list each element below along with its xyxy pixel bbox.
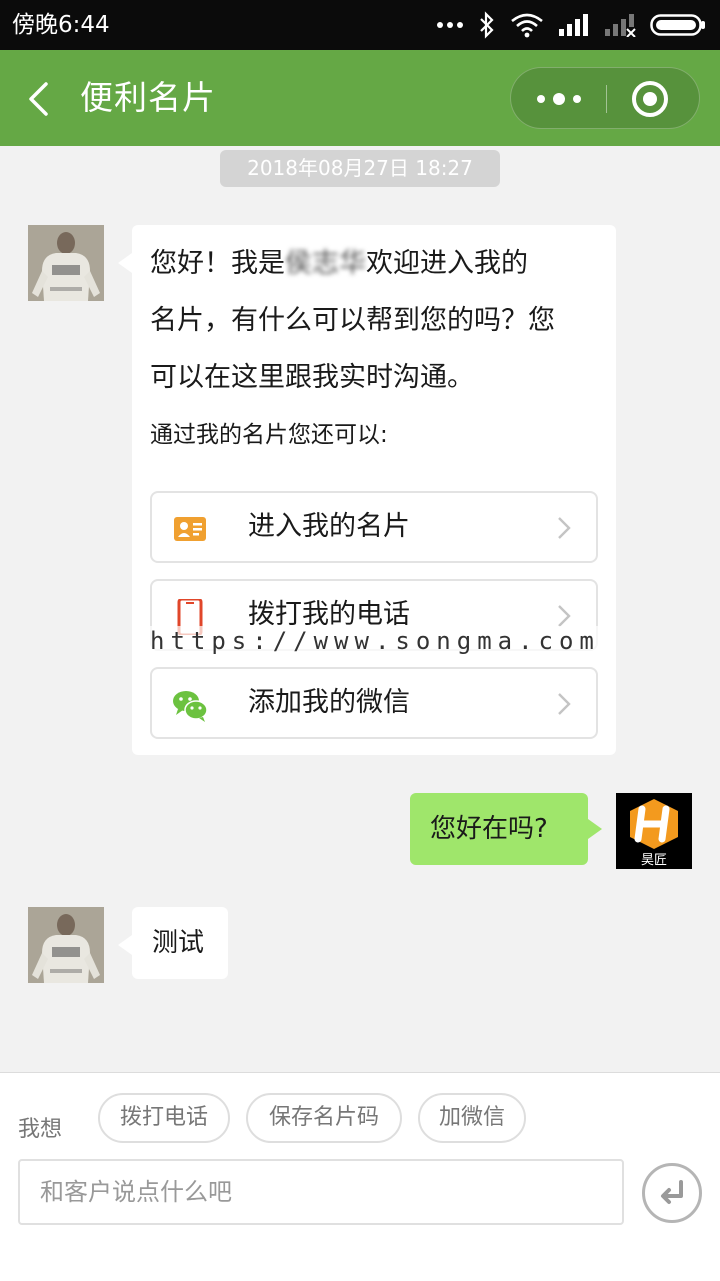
welcome-sub: 通过我的名片您还可以: <box>150 422 388 448</box>
signal-no-sim-icon <box>605 14 636 37</box>
more-dots-icon[interactable] <box>533 84 585 114</box>
title-bar: 便利名片 <box>0 50 720 146</box>
welcome-message: 您好！我是侯志华欢迎进入我的 名片，有什么可以帮到您的吗？您 可以在这里跟我实时… <box>150 235 600 406</box>
bubble-arrow <box>118 253 132 273</box>
welcome-line2: 名片，有什么可以帮到您的吗？您 <box>150 305 555 336</box>
action-view-card[interactable]: 进入我的名片 <box>150 491 598 563</box>
welcome-line1-rest: 欢迎进入我的 <box>366 248 528 279</box>
status-bar: 傍晚6:44 <box>0 0 720 50</box>
user-avatar[interactable]: 昊匠 <box>616 793 692 869</box>
bubble-arrow <box>588 819 602 839</box>
welcome-line3: 可以在这里跟我实时沟通。 <box>150 362 474 393</box>
quick-reply-save-code[interactable]: 保存名片码 <box>246 1093 402 1143</box>
action-add-wechat-label: 添加我的微信 <box>248 687 410 718</box>
quick-reply-call[interactable]: 拨打电话 <box>98 1093 230 1143</box>
agent-avatar[interactable] <box>28 225 104 301</box>
wechat-icon <box>173 691 208 722</box>
back-arrow-icon[interactable] <box>24 82 54 116</box>
person-photo-icon <box>28 225 104 301</box>
bluetooth-icon <box>480 11 494 39</box>
welcome-greeting: 您好！我是 <box>150 248 285 279</box>
quick-reply-add-wechat[interactable]: 加微信 <box>418 1093 526 1143</box>
signal-icon <box>559 14 588 36</box>
send-button[interactable] <box>642 1163 702 1223</box>
welcome-bubble: 您好！我是侯志华欢迎进入我的 名片，有什么可以帮到您的吗？您 可以在这里跟我实时… <box>118 225 616 755</box>
close-target-icon[interactable] <box>629 78 671 120</box>
chevron-right-icon <box>558 693 571 715</box>
brand-logo-text: 昊匠 <box>641 853 667 868</box>
capsule-divider <box>606 85 607 113</box>
page-title: 便利名片 <box>80 78 216 117</box>
status-time: 傍晚6:44 <box>12 12 110 38</box>
agent-name: 侯志华 <box>285 248 366 279</box>
chat-timestamp: 2018年08月27日 18:27 <box>220 150 500 187</box>
return-arrow-icon <box>661 1180 683 1204</box>
user-message-bubble: 您好在吗? <box>410 793 602 865</box>
quick-reply-label: 我想 <box>18 1117 63 1142</box>
id-card-icon <box>174 517 206 541</box>
watermark-text: https://www.songma.com <box>150 626 600 656</box>
action-add-wechat[interactable]: 添加我的微信 <box>150 667 598 739</box>
battery-icon <box>650 14 705 36</box>
user-message-text: 您好在吗? <box>430 814 548 844</box>
bottom-panel: 我想 拨打电话 保存名片码 加微信 <box>0 1072 720 1281</box>
status-icons <box>436 0 706 50</box>
notification-dots-icon <box>437 22 463 28</box>
mini-program-capsule <box>510 67 700 129</box>
agent-avatar[interactable] <box>28 907 104 983</box>
agent-reply-bubble: 测试 <box>118 907 228 979</box>
wifi-icon <box>511 13 543 38</box>
chevron-right-icon <box>558 517 571 539</box>
agent-reply-text: 测试 <box>152 928 205 958</box>
person-photo-icon <box>28 907 104 983</box>
brand-logo-icon: 昊匠 <box>616 793 692 869</box>
bubble-arrow <box>118 935 132 955</box>
action-view-card-label: 进入我的名片 <box>248 511 410 542</box>
message-input[interactable] <box>18 1159 624 1225</box>
